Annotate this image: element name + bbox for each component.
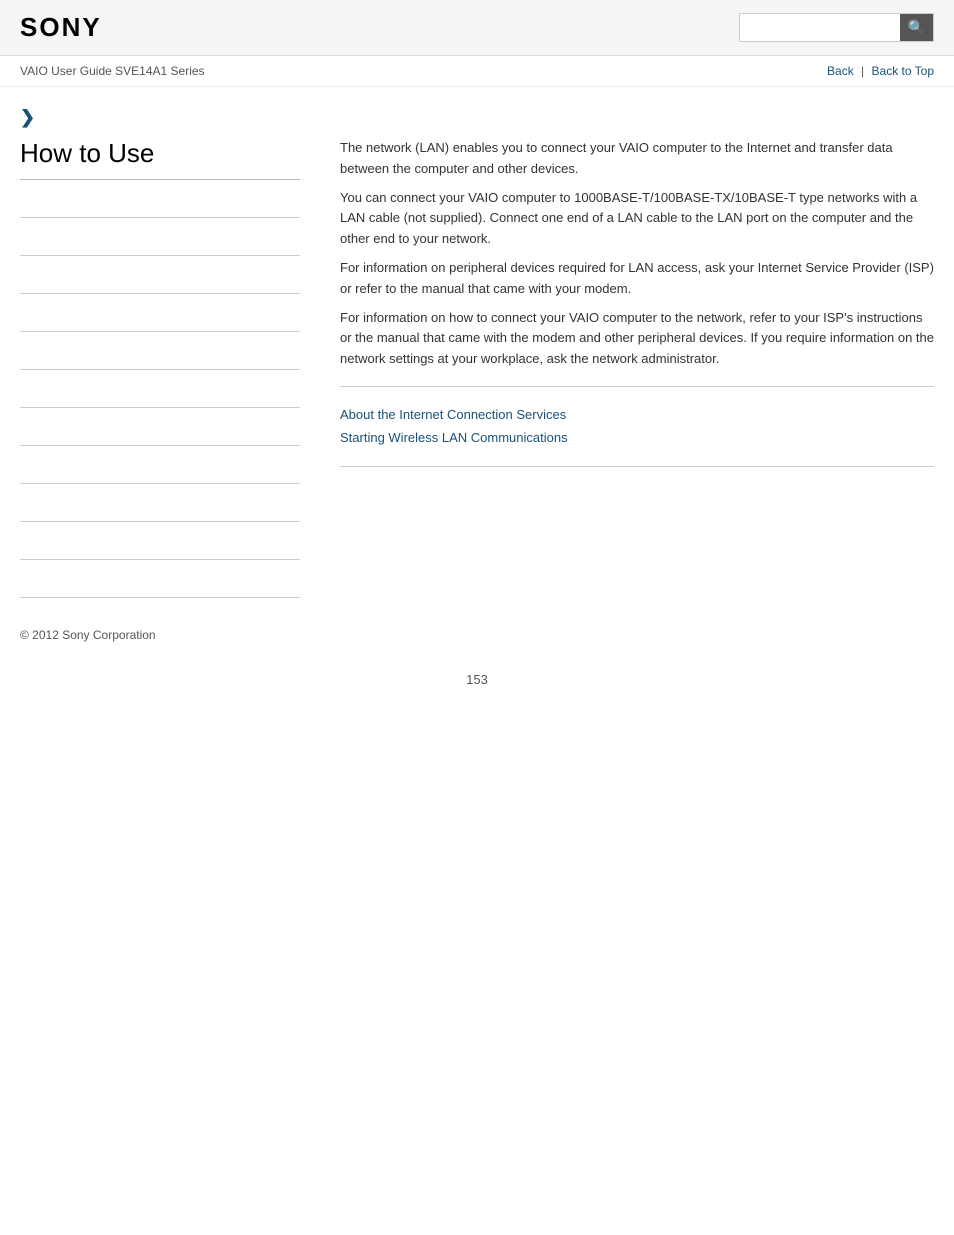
sidebar-item-10[interactable] [20,522,300,560]
sidebar-item-9[interactable] [20,484,300,522]
header: SONY 🔍 [0,0,954,56]
footer: © 2012 Sony Corporation [0,598,954,652]
content-divider-1 [340,386,934,387]
sidebar-item-6[interactable] [20,370,300,408]
nav-bar: VAIO User Guide SVE14A1 Series Back | Ba… [0,56,954,87]
sidebar-title: How to Use [20,138,300,180]
link-wireless-lan[interactable]: Starting Wireless LAN Communications [340,426,934,449]
copyright: © 2012 Sony Corporation [20,628,156,642]
sidebar-item-2[interactable] [20,218,300,256]
nav-links: Back | Back to Top [827,64,934,78]
nav-separator: | [861,64,864,78]
sidebar-item-4[interactable] [20,294,300,332]
search-icon: 🔍 [908,19,925,35]
link-internet-connection[interactable]: About the Internet Connection Services [340,403,934,426]
search-box: 🔍 [739,13,934,42]
sidebar-item-11[interactable] [20,560,300,598]
content-links: About the Internet Connection Services S… [340,403,934,450]
back-to-top-link[interactable]: Back to Top [872,64,934,78]
paragraph-3: For information on peripheral devices re… [340,258,934,300]
chevron-icon[interactable]: ❯ [20,107,35,127]
paragraph-4: For information on how to connect your V… [340,308,934,370]
sony-logo: SONY [20,12,102,43]
guide-title: VAIO User Guide SVE14A1 Series [20,64,205,78]
sidebar-item-7[interactable] [20,408,300,446]
paragraph-1: The network (LAN) enables you to connect… [340,138,934,180]
sidebar-item-8[interactable] [20,446,300,484]
paragraph-2: You can connect your VAIO computer to 10… [340,188,934,250]
sidebar-item-1[interactable] [20,180,300,218]
main-content: How to Use The network (LAN) enables you… [0,138,954,598]
chevron-row: ❯ [0,87,954,138]
sidebar-item-3[interactable] [20,256,300,294]
search-input[interactable] [740,16,900,39]
search-button[interactable]: 🔍 [900,14,933,41]
sidebar-item-5[interactable] [20,332,300,370]
page-number: 153 [0,652,954,707]
content-divider-2 [340,466,934,467]
sidebar: How to Use [20,138,320,598]
content-area: The network (LAN) enables you to connect… [320,138,934,598]
back-link[interactable]: Back [827,64,854,78]
